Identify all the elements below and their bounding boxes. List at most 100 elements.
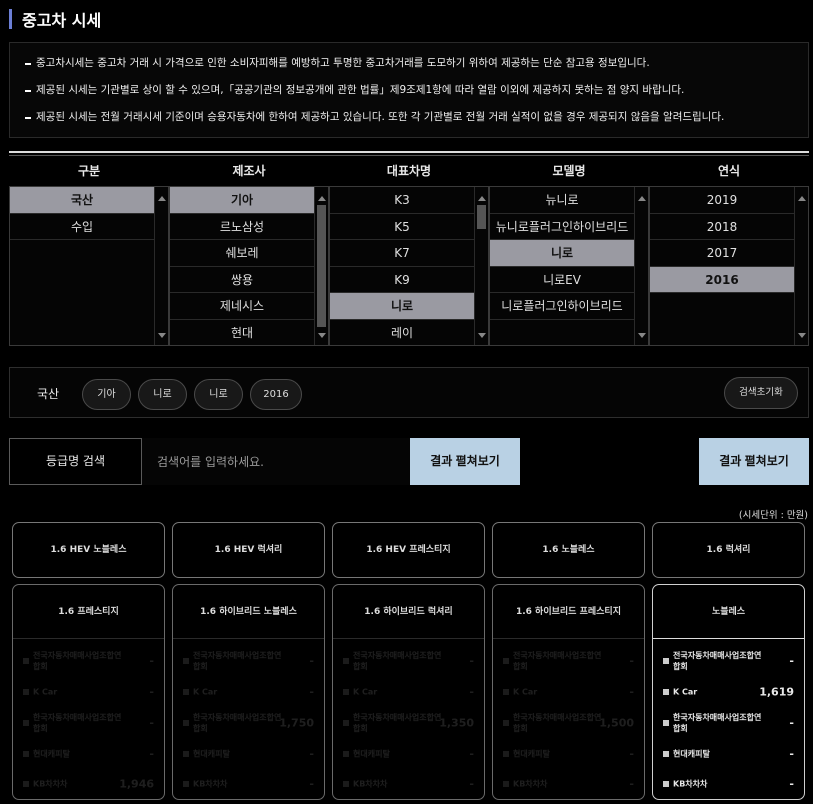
filter-chip-maker[interactable]: 기아 — [82, 379, 131, 410]
bullet-icon — [343, 781, 349, 787]
scroll-down-icon[interactable] — [638, 333, 646, 338]
price-card[interactable]: 1.6 프레스티지 전국자동차매매사업조합연합회 - K Car - 한국자동차매매사업조… — [12, 584, 165, 800]
bullet-icon — [23, 720, 29, 726]
price-source-name: KB차차차 — [513, 779, 548, 789]
scrollbar[interactable] — [154, 187, 168, 345]
trim-button[interactable]: 1.6 럭셔리 — [652, 522, 805, 578]
price-value: - — [309, 747, 314, 761]
price-source-name: KB차차차 — [673, 779, 708, 789]
selector-list[interactable]: 국산 수입 — [9, 186, 169, 346]
price-row: 현대캐피탈 - — [173, 739, 324, 769]
expand-all-results-button[interactable]: 결과 펼쳐보기 — [699, 438, 809, 485]
selector-option[interactable]: 2019 — [650, 187, 794, 214]
selector-list[interactable]: 2019 2018 2017 2016 — [649, 186, 809, 346]
price-source-name: 전국자동차매매사업조합연합회 — [193, 651, 282, 671]
price-source-name: 현대캐피탈 — [33, 749, 70, 759]
selector-option[interactable]: 2017 — [650, 240, 794, 267]
selector-option[interactable]: 레이 — [330, 320, 474, 345]
price-row: 전국자동차매매사업조합연합회 - — [333, 645, 484, 677]
selector-option[interactable]: K9 — [330, 267, 474, 294]
bullet-icon — [663, 781, 669, 787]
trim-button[interactable]: 1.6 HEV 럭셔리 — [172, 522, 325, 578]
scroll-up-icon[interactable] — [798, 196, 806, 201]
price-value: - — [629, 747, 634, 761]
selector-option[interactable]: K5 — [330, 214, 474, 241]
price-card[interactable]: 1.6 하이브리드 럭셔리 전국자동차매매사업조합연합회 - K Car - 한국자동차매… — [332, 584, 485, 800]
scrollbar[interactable] — [474, 187, 488, 345]
selector-list[interactable]: 뉴니로 뉴니로플러그인하이브리드 니로 니로EV 니로플러그인하이브리드 — [489, 186, 649, 346]
filter-chip-model[interactable]: 니로 — [194, 379, 243, 410]
price-row: K Car - — [13, 677, 164, 707]
scroll-down-icon[interactable] — [798, 333, 806, 338]
trim-button[interactable]: 1.6 HEV 프레스티지 — [332, 522, 485, 578]
price-card[interactable]: 1.6 하이브리드 노블레스 전국자동차매매사업조합연합회 - K Car - 한국자동차… — [172, 584, 325, 800]
selector-option[interactable]: 2016 — [650, 266, 794, 294]
selector-option[interactable]: 쌍용 — [170, 267, 314, 294]
price-value: 1,350 — [439, 716, 474, 730]
scroll-up-icon[interactable] — [158, 196, 166, 201]
bullet-icon — [23, 751, 29, 757]
selector-option[interactable]: 니로 — [330, 293, 474, 320]
selector-option[interactable]: 수입 — [10, 214, 154, 241]
scroll-down-icon[interactable] — [158, 333, 166, 338]
selector-option[interactable]: 니로플러그인하이브리드 — [490, 293, 634, 320]
selector-list[interactable]: K3 K5 K7 K9 니로 레이 — [329, 186, 489, 346]
price-row: K Car - — [493, 677, 644, 707]
bullet-icon — [663, 658, 669, 664]
scrollbar[interactable] — [314, 187, 328, 345]
selector-option[interactable]: 제네시스 — [170, 293, 314, 320]
scroll-down-icon[interactable] — [318, 333, 326, 338]
price-source-name: 한국자동차매매사업조합연합회 — [673, 713, 762, 733]
filter-chip-year[interactable]: 2016 — [250, 379, 302, 410]
bullet-icon — [503, 751, 509, 757]
scroll-up-icon[interactable] — [478, 196, 486, 201]
price-value: - — [309, 685, 314, 699]
price-card[interactable]: 노블레스 전국자동차매매사업조합연합회 - K Car 1,619 한국자동차매매사업조합… — [652, 584, 805, 800]
scroll-thumb[interactable] — [477, 205, 486, 229]
price-source-name: K Car — [353, 687, 378, 697]
selector-option[interactable]: 기아 — [170, 187, 314, 214]
filter-category-label: 국산 — [37, 387, 60, 401]
selector-option[interactable]: 르노삼성 — [170, 214, 314, 241]
scrollbar[interactable] — [794, 187, 808, 345]
selector-option[interactable]: 국산 — [10, 187, 154, 214]
selector-option[interactable]: 뉴니로플러그인하이브리드 — [490, 214, 634, 241]
selector-option[interactable]: 쉐보레 — [170, 240, 314, 267]
price-card-title: 노블레스 — [653, 585, 804, 639]
selector-option[interactable]: 뉴니로 — [490, 187, 634, 214]
selector-list[interactable]: 기아 르노삼성 쉐보레 쌍용 제네시스 현대 — [169, 186, 329, 346]
selector-option[interactable]: K3 — [330, 187, 474, 214]
price-source-name: KB차차차 — [353, 779, 388, 789]
selector-option[interactable]: 현대 — [170, 320, 314, 345]
price-row: 전국자동차매매사업조합연합회 - — [173, 645, 324, 677]
price-source-name: 현대캐피탈 — [513, 749, 550, 759]
price-value: - — [789, 716, 794, 730]
scroll-up-icon[interactable] — [638, 196, 646, 201]
price-row: KB차차차 - — [173, 769, 324, 799]
scrollbar[interactable] — [634, 187, 648, 345]
scroll-up-icon[interactable] — [318, 196, 326, 201]
selector-option[interactable]: 2018 — [650, 214, 794, 241]
divider — [9, 151, 809, 153]
price-source-name: 한국자동차매매사업조합연합회 — [353, 713, 442, 733]
bullet-icon — [183, 720, 189, 726]
selector-option[interactable]: 니로EV — [490, 267, 634, 294]
scroll-down-icon[interactable] — [478, 333, 486, 338]
price-source-name: KB차차차 — [33, 779, 68, 789]
divider — [9, 155, 809, 156]
filter-chip-car[interactable]: 니로 — [138, 379, 187, 410]
scroll-thumb[interactable] — [317, 205, 326, 327]
trim-button[interactable]: 1.6 HEV 노블레스 — [12, 522, 165, 578]
trim-button[interactable]: 1.6 노블레스 — [492, 522, 645, 578]
price-source-name: K Car — [33, 687, 58, 697]
reset-search-button[interactable]: 검색초기화 — [724, 377, 798, 409]
price-card[interactable]: 1.6 하이브리드 프레스티지 전국자동차매매사업조합연합회 - K Car - 한국자동… — [492, 584, 645, 800]
price-source-name: K Car — [513, 687, 538, 697]
bullet-icon — [183, 781, 189, 787]
selector-option[interactable]: 니로 — [490, 240, 634, 267]
grade-search-input[interactable] — [142, 438, 410, 485]
price-value: - — [789, 654, 794, 668]
selector-option[interactable]: K7 — [330, 240, 474, 267]
expand-results-button[interactable]: 결과 펼쳐보기 — [410, 438, 520, 485]
price-unit-note: (시세단위 : 만원) — [738, 510, 808, 521]
